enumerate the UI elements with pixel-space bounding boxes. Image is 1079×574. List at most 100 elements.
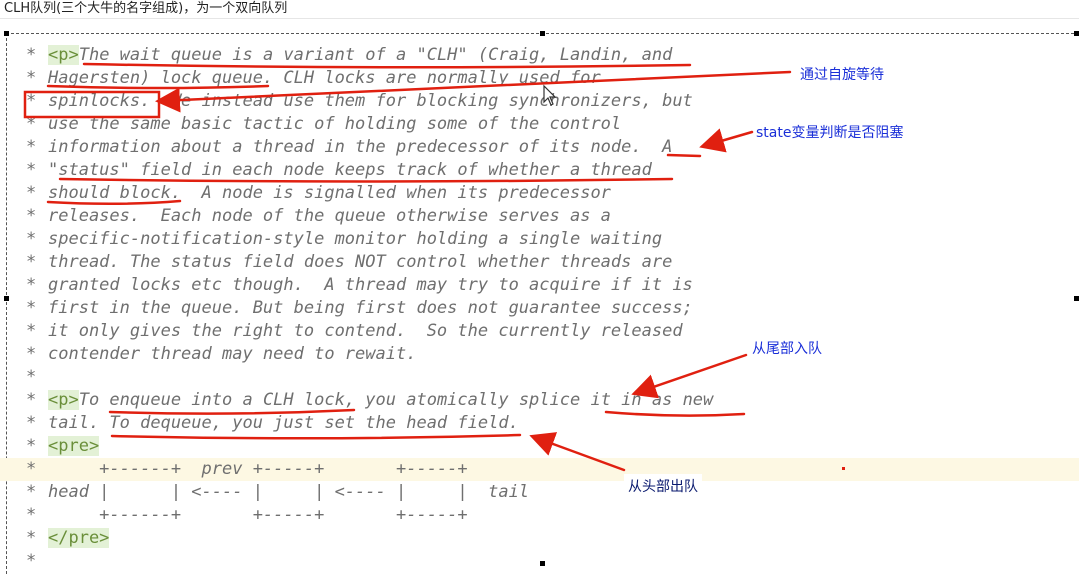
code-line: * "status" field in each node keeps track… [0, 159, 1079, 182]
comment-text: spinlocks. We instead use them for block… [48, 91, 693, 111]
annotation-dequeue-head: 从头部出队 [624, 474, 702, 498]
code-line: * contender thread may need to rewait. [0, 343, 1079, 366]
comment-text: +------+ prev +-----+ +-----+ [48, 459, 468, 479]
code-line: * +------+ prev +-----+ +-----+ [0, 458, 1079, 481]
code-line: * head | | <---- | | <---- | | tail [0, 481, 1079, 504]
code-text: releases. Each node of the queue otherwi… [48, 205, 611, 228]
comment-star: * [26, 505, 37, 525]
comment-star: * [26, 482, 37, 502]
code-line: * tail. To dequeue, you just set the head… [0, 412, 1079, 435]
comment-star: * [26, 91, 37, 111]
comment-star: * [26, 298, 37, 318]
comment-text: tail. To dequeue, you just set the head … [48, 413, 519, 433]
code-text: use the same basic tactic of holding som… [48, 113, 621, 136]
comment-text: Hagersten) lock queue. CLH locks are nor… [48, 68, 601, 88]
comment-star: * [26, 68, 37, 88]
comment-text: should block. A node is signalled when i… [48, 183, 611, 203]
code-line: * first in the queue. But being first doe… [0, 297, 1079, 320]
comment-star: * [26, 459, 37, 479]
code-text: </pre> [48, 527, 110, 550]
annotation-spin-wait: 通过自旋等待 [800, 67, 884, 83]
comment-star: * [26, 390, 37, 410]
comment-star: * [26, 160, 37, 180]
code-text: it only gives the right to contend. So t… [48, 320, 683, 343]
code-line: * <p>To enqueue into a CLH lock, you atom… [0, 389, 1079, 412]
comment-text: information about a thread in the predec… [48, 137, 673, 157]
comment-text: The wait queue is a variant of a "CLH" (… [78, 45, 673, 65]
code-line: * spinlocks. We instead use them for bloc… [0, 90, 1079, 113]
annotation-state-blocking: state变量判断是否阻塞 [756, 125, 904, 141]
comment-star: * [26, 436, 37, 456]
comment-star: * [26, 45, 37, 65]
code-line: * <pre> [0, 435, 1079, 458]
code-text: +------+ +-----+ +-----+ [48, 504, 468, 527]
comment-star: * [26, 206, 37, 226]
annotation-enqueue-tail: 从尾部入队 [752, 341, 822, 357]
code-line: * [0, 366, 1079, 389]
comment-text: To enqueue into a CLH lock, you atomical… [78, 390, 714, 410]
comment-text: +------+ +-----+ +-----+ [48, 505, 468, 525]
comment-star: * [26, 252, 37, 272]
comment-star: * [26, 275, 37, 295]
html-tag: </pre> [48, 528, 110, 548]
code-text: spinlocks. We instead use them for block… [48, 90, 693, 113]
comment-star: * [26, 114, 37, 134]
resize-handle-top-mid[interactable] [540, 31, 545, 36]
code-line: * <p>The wait queue is a variant of a "CL… [0, 44, 1079, 67]
comment-text: "status" field in each node keeps track … [48, 160, 652, 180]
code-text: <p>To enqueue into a CLH lock, you atomi… [48, 389, 713, 412]
code-line: * should block. A node is signalled when … [0, 182, 1079, 205]
code-text: contender thread may need to rewait. [48, 343, 416, 366]
code-text: head | | <---- | | <---- | | tail [48, 481, 529, 504]
html-tag: <pre> [48, 436, 100, 456]
code-text: granted locks etc though. A thread may t… [48, 274, 693, 297]
comment-star: * [26, 137, 37, 157]
code-text: <pre> [48, 435, 100, 458]
comment-text: granted locks etc though. A thread may t… [48, 275, 693, 295]
resize-handle-top-right[interactable] [1074, 31, 1079, 36]
comment-text: specific-notification-style monitor hold… [48, 229, 663, 249]
comment-text: releases. Each node of the queue otherwi… [48, 206, 611, 226]
code-text: tail. To dequeue, you just set the head … [48, 412, 519, 435]
comment-text: first in the queue. But being first does… [48, 298, 693, 318]
code-text: should block. A node is signalled when i… [48, 182, 611, 205]
code-text: "status" field in each node keeps track … [48, 159, 652, 182]
code-line: * it only gives the right to contend. So … [0, 320, 1079, 343]
code-line: * releases. Each node of the queue otherw… [0, 205, 1079, 228]
code-line: * granted locks etc though. A thread may … [0, 274, 1079, 297]
code-text: <p>The wait queue is a variant of a "CLH… [48, 44, 672, 67]
top-caption: CLH队列(三个大牛的名字组成)，为一个双向队列 [4, 1, 288, 16]
code-text: first in the queue. But being first does… [48, 297, 693, 320]
code-text: information about a thread in the predec… [48, 136, 672, 159]
comment-star: * [26, 344, 37, 364]
comment-text: use the same basic tactic of holding som… [48, 114, 622, 134]
comment-star: * [26, 551, 37, 571]
code-text: specific-notification-style monitor hold… [48, 228, 662, 251]
comment-star: * [26, 528, 37, 548]
code-text: +------+ prev +-----+ +-----+ [48, 458, 468, 481]
code-line: * [0, 550, 1079, 573]
html-tag: <p> [48, 45, 79, 65]
code-line: * </pre> [0, 527, 1079, 550]
comment-text: contender thread may need to rewait. [48, 344, 417, 364]
html-tag: <p> [48, 390, 79, 410]
comment-star: * [26, 413, 37, 433]
resize-handle-top-left[interactable] [4, 31, 9, 36]
code-line: * Hagersten) lock queue. CLH locks are no… [0, 67, 1079, 90]
code-line: * use the same basic tactic of holding so… [0, 113, 1079, 136]
code-text: Hagersten) lock queue. CLH locks are nor… [48, 67, 601, 90]
comment-text: it only gives the right to contend. So t… [48, 321, 683, 341]
comment-text: thread. The status field does NOT contro… [48, 252, 673, 272]
comment-star: * [26, 183, 37, 203]
code-line: * information about a thread in the prede… [0, 136, 1079, 159]
code-line: * +------+ +-----+ +-----+ [0, 504, 1079, 527]
code-text: thread. The status field does NOT contro… [48, 251, 672, 274]
comment-star: * [26, 321, 37, 341]
comment-star: * [26, 367, 37, 387]
code-line: * specific-notification-style monitor hol… [0, 228, 1079, 251]
code-editor[interactable]: * <p>The wait queue is a variant of a "CL… [0, 44, 1079, 571]
code-line: * thread. The status field does NOT contr… [0, 251, 1079, 274]
caption-separator [0, 18, 1079, 19]
comment-text: head | | <---- | | <---- | | tail [48, 482, 530, 502]
comment-star: * [26, 229, 37, 249]
